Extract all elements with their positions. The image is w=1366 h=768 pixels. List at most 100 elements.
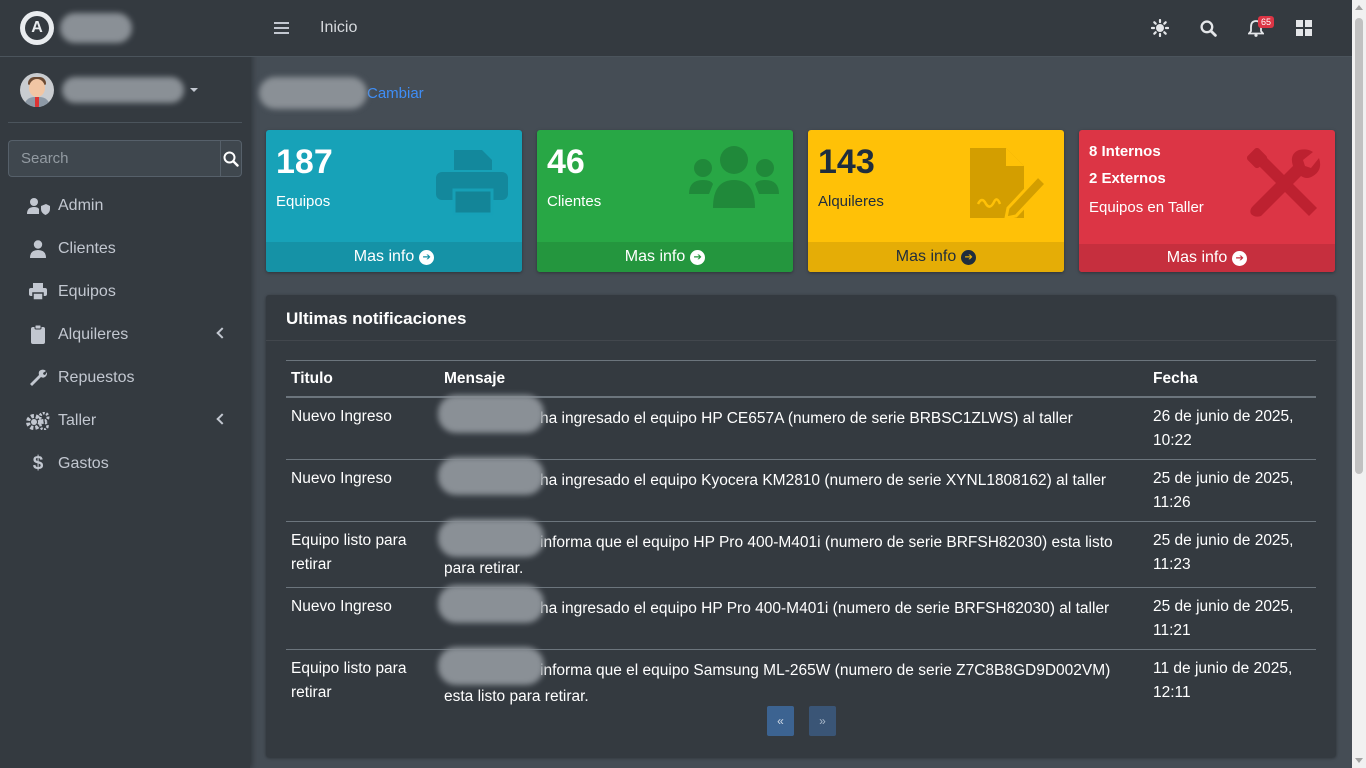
stat-box-clientes: 46 Clientes Mas info ➔ xyxy=(537,130,793,272)
search-input[interactable] xyxy=(8,140,220,177)
more-info-link[interactable]: Mas info ➔ xyxy=(537,242,793,272)
sidebar-item-label: Equipos xyxy=(58,282,116,300)
nav-link-home[interactable]: Inicio xyxy=(320,19,357,37)
arrow-circle-right-icon: ➔ xyxy=(419,249,435,265)
stat-box-taller: 8 Internos 2 Externos Equipos en Taller … xyxy=(1079,130,1335,272)
change-company-link[interactable]: Cambiar xyxy=(367,85,424,102)
search-icon xyxy=(1199,19,1217,37)
cell-mensaje: informa que el equipo Samsung ML-265W (n… xyxy=(438,646,1148,715)
printer-icon xyxy=(436,150,508,216)
column-header[interactable]: Titulo xyxy=(286,360,439,398)
cogs-icon xyxy=(26,411,50,431)
grid-icon xyxy=(1296,20,1312,36)
sidebar-item-taller[interactable]: Taller xyxy=(0,399,250,442)
users-icon xyxy=(689,146,779,208)
cell-titulo: Nuevo Ingreso xyxy=(286,586,439,649)
sidebar-item-admin[interactable]: Admin xyxy=(0,184,250,227)
sidebar-item-label: Clientes xyxy=(58,239,116,257)
clipboard-icon xyxy=(26,325,50,345)
notification-badge: 65 xyxy=(1257,16,1274,28)
sidebar-item-label: Taller xyxy=(58,411,97,429)
stat-box-equipos: 187 Equipos Mas info ➔ xyxy=(266,130,522,272)
stat-box-alquileres: 143 Alquileres Mas info ➔ xyxy=(808,130,1064,272)
user-panel[interactable] xyxy=(8,57,242,123)
chevron-left-icon xyxy=(216,413,228,425)
scroll-thumb[interactable] xyxy=(1355,18,1363,474)
caret-down-icon[interactable] xyxy=(190,87,198,92)
more-info-link[interactable]: Mas info ➔ xyxy=(1079,244,1335,272)
navbar-search-button[interactable] xyxy=(1184,8,1232,48)
sidebar-item-repuestos[interactable]: Repuestos xyxy=(0,356,250,399)
sidebar-item-gastos[interactable]: $ Gastos xyxy=(0,442,250,485)
cell-titulo: Nuevo Ingreso xyxy=(291,407,392,425)
cell-mensaje: ha ingresado el equipo HP CE657A (numero… xyxy=(438,394,1148,460)
theme-toggle-button[interactable] xyxy=(1136,8,1184,48)
sidebar-item-alquileres[interactable]: Alquileres xyxy=(0,313,250,356)
table-row[interactable]: Equipo listo para retirar informa que el… xyxy=(286,646,1316,715)
stat-boxes: 187 Equipos Mas info ➔ 46 Clientes Mas in… xyxy=(266,130,1335,272)
sender-redacted xyxy=(438,518,544,557)
page-scrollbar[interactable] xyxy=(1352,0,1366,768)
company-name-redacted xyxy=(259,77,367,109)
cell-mensaje: ha ingresado el equipo Kyocera KM2810 (n… xyxy=(438,456,1148,521)
sender-redacted xyxy=(438,456,544,495)
sidebar-item-equipos[interactable]: Equipos xyxy=(0,270,250,313)
cell-fecha: 25 de junio de 2025, 11:26 xyxy=(1148,458,1316,521)
column-header[interactable]: Fecha xyxy=(1148,360,1316,398)
cell-fecha: 26 de junio de 2025, 10:22 xyxy=(1153,407,1294,449)
top-navbar: Inicio 65 xyxy=(250,0,1352,57)
main-content: Cambiar 187 Equipos Mas info ➔ 46 Cliente… xyxy=(250,57,1352,768)
wrench-icon xyxy=(26,368,50,388)
company-row: Cambiar xyxy=(259,77,424,109)
table-header-row: Titulo Mensaje Fecha xyxy=(286,360,1316,398)
next-page-button[interactable]: » xyxy=(809,706,836,736)
cell-mensaje: informa que el equipo HP Pro 400-M401i (… xyxy=(438,518,1148,587)
sidebar-item-label: Admin xyxy=(58,196,104,214)
search-icon xyxy=(223,151,239,167)
search-button[interactable] xyxy=(220,140,242,177)
brand-logo-icon: A xyxy=(20,11,54,45)
dollar-icon: $ xyxy=(32,452,44,474)
cell-fecha: 25 de junio de 2025, 11:21 xyxy=(1148,586,1316,649)
sender-redacted xyxy=(438,394,544,433)
chevron-left-icon xyxy=(216,327,228,339)
cell-mensaje: ha ingresado el equipo HP Pro 400-M401i … xyxy=(438,584,1148,649)
cell-fecha: 11 de junio de 2025, 12:11 xyxy=(1148,648,1316,715)
arrow-circle-right-icon: ➔ xyxy=(961,249,977,265)
table-row[interactable]: Nuevo Ingreso ha ingresado el equipo HP … xyxy=(286,394,1316,460)
brand[interactable]: A xyxy=(0,0,250,57)
sidebar-nav: Admin Clientes Equipos Alquileres Repues… xyxy=(0,184,250,485)
scroll-up-arrow-icon[interactable] xyxy=(1355,5,1363,10)
tools-icon xyxy=(1247,148,1321,217)
cell-fecha: 25 de junio de 2025, 11:23 xyxy=(1148,520,1316,587)
sidebar-item-label: Repuestos xyxy=(58,368,135,386)
cell-titulo: Equipo listo para retirar xyxy=(286,648,439,715)
table-row[interactable]: Nuevo Ingreso ha ingresado el equipo Kyo… xyxy=(286,456,1316,521)
prev-page-button[interactable]: « xyxy=(767,706,794,736)
sun-icon xyxy=(1151,19,1169,37)
table-row[interactable]: Nuevo Ingreso ha ingresado el equipo HP … xyxy=(286,584,1316,649)
more-info-link[interactable]: Mas info ➔ xyxy=(808,242,1064,272)
sidebar-search xyxy=(8,140,242,177)
sidebar-item-clientes[interactable]: Clientes xyxy=(0,227,250,270)
scroll-down-arrow-icon[interactable] xyxy=(1355,758,1363,763)
cell-titulo: Equipo listo para retirar xyxy=(286,520,439,587)
pagination: « » xyxy=(767,706,836,736)
notifications-card: Ultimas notificaciones Titulo Mensaje Fe… xyxy=(266,295,1336,757)
user-icon xyxy=(26,239,50,259)
grid-menu-button[interactable] xyxy=(1280,8,1328,48)
notifications-table: Titulo Mensaje Fecha Nuevo Ingreso ha in… xyxy=(286,360,1316,715)
contract-icon xyxy=(970,148,1049,220)
table-row[interactable]: Equipo listo para retirar informa que el… xyxy=(286,518,1316,587)
cell-titulo: Nuevo Ingreso xyxy=(286,458,439,521)
printer-icon xyxy=(26,282,50,302)
sender-redacted xyxy=(438,584,544,623)
menu-toggle-icon[interactable] xyxy=(274,22,289,34)
user-shield-icon xyxy=(26,196,50,216)
column-header[interactable]: Mensaje xyxy=(439,360,1148,398)
notifications-button[interactable]: 65 xyxy=(1232,8,1280,48)
card-title: Ultimas notificaciones xyxy=(266,295,1336,341)
sender-redacted xyxy=(438,646,544,685)
more-info-link[interactable]: Mas info ➔ xyxy=(266,242,522,272)
brand-name-redacted xyxy=(60,13,132,43)
